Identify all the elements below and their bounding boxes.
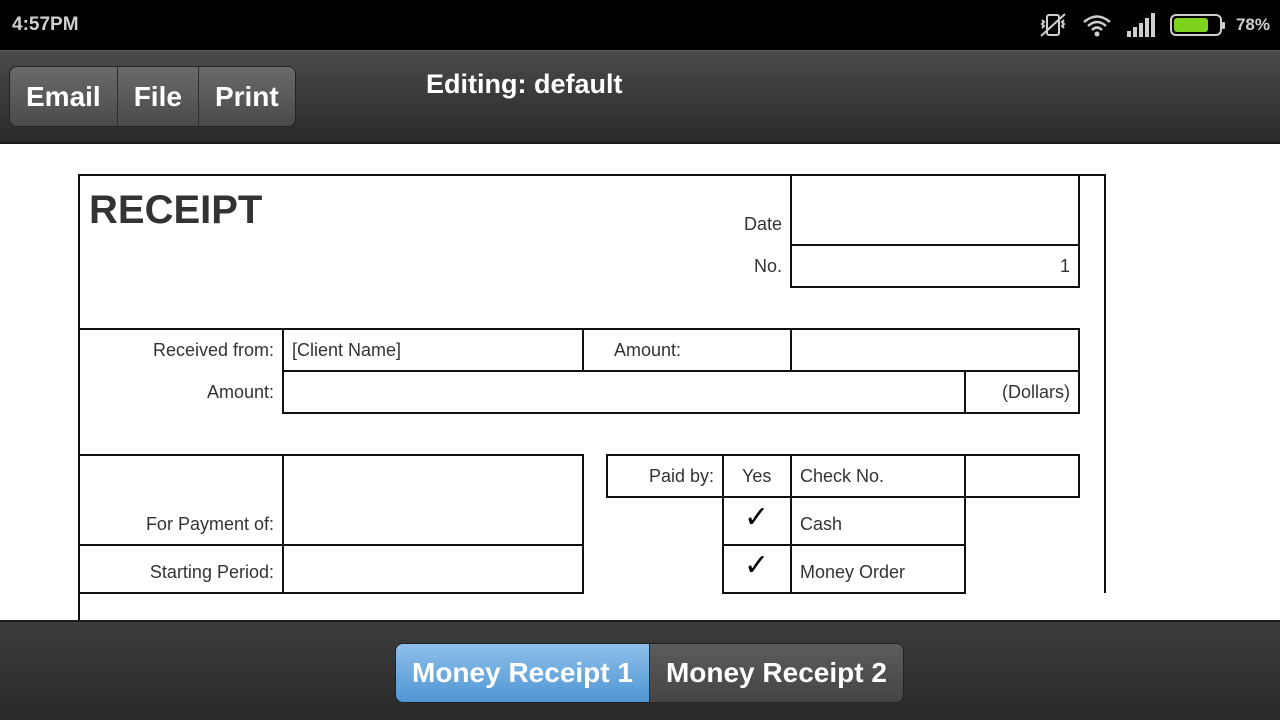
cash-label: Cash [800,514,843,534]
battery-level [1173,18,1209,32]
wifi-icon [1083,15,1111,37]
money-order-checkbox[interactable]: ✓ [744,548,769,583]
starting-period-field[interactable] [284,546,582,592]
action-button-group: Email File Print [9,66,296,127]
dollars-label: (Dollars) [1001,382,1070,402]
received-from-label: Received from: [152,340,274,360]
file-button[interactable]: File [117,67,199,126]
receipt-number-field[interactable]: 1 [800,256,1070,277]
tab-money-receipt-1[interactable]: Money Receipt 1 [396,644,650,702]
no-label: No. [753,256,782,276]
starting-period-label: Starting Period: [149,562,274,582]
money-order-label: Money Order [800,562,906,582]
date-label: Date [743,214,782,234]
status-time: 4:57PM [12,14,79,35]
receipt-heading: RECEIPT [89,188,263,232]
yes-label: Yes [742,466,772,486]
vibrate-off-icon [1040,13,1066,37]
tab-money-receipt-2[interactable]: Money Receipt 2 [649,644,903,702]
battery-percent: 78% [1235,15,1270,34]
bottom-tab-bar: Money Receipt 1 Money Receipt 2 [0,620,1280,720]
check-no-label: Check No. [800,466,885,486]
for-payment-field[interactable] [284,456,582,544]
receipt-tabs: Money Receipt 1 Money Receipt 2 [395,643,904,703]
battery-icon [1169,14,1225,36]
document-view[interactable]: RECEIPT Date No. 1 Received from: [Clien… [0,144,1280,620]
print-button[interactable]: Print [198,67,295,126]
paid-by-label: Paid by: [648,466,714,486]
check-no-field[interactable] [966,456,1078,496]
page-title: Editing: default [426,69,623,99]
amount-words-field[interactable] [284,372,964,412]
top-toolbar: Email File Print Editing: default [0,50,1280,144]
cash-checkbox[interactable]: ✓ [744,500,769,535]
email-button[interactable]: Email [10,67,118,126]
receipt-form: RECEIPT Date No. 1 Received from: [Clien… [0,144,1280,620]
amount-label: Amount: [206,382,274,402]
status-icons: 78% [1038,10,1270,40]
for-payment-label: For Payment of: [145,514,274,534]
received-from-field[interactable]: [Client Name] [292,340,401,361]
amount-label-right: Amount: [614,340,682,360]
date-field[interactable] [792,176,1078,244]
cell-signal-icon [1126,13,1155,37]
amount-number-field[interactable] [792,330,1078,370]
status-bar: 4:57PM 78% [0,0,1280,50]
